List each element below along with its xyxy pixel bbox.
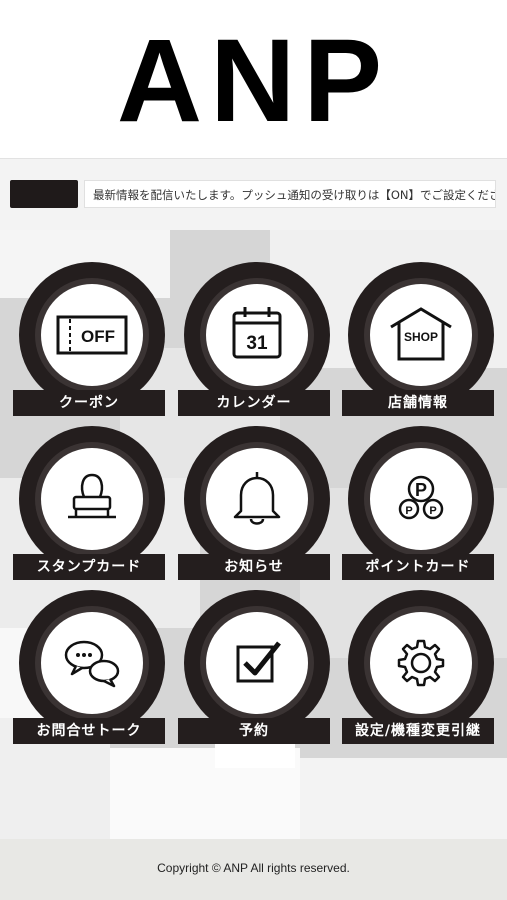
menu-label: スタンプカード (13, 554, 165, 580)
svg-text:31: 31 (246, 333, 268, 354)
menu-icon-ring (184, 426, 330, 572)
menu-item-settings[interactable]: 設定/機種変更引継 (342, 590, 500, 750)
svg-text:P: P (415, 480, 427, 500)
menu-label: ポイントカード (342, 554, 494, 580)
svg-text:SHOP: SHOP (404, 330, 438, 344)
menu-label: 予約 (178, 718, 330, 744)
footer: Copyright © ANP All rights reserved. (0, 839, 507, 900)
menu-label: お知らせ (178, 554, 330, 580)
menu-icon-ring: 31 (184, 262, 330, 408)
menu-icon-ring (19, 590, 165, 736)
menu-item-point-card[interactable]: P P P ポイントカード (342, 426, 500, 586)
ticker-message: 最新情報を配信いたします。プッシュ通知の受け取りは【ON】でご設定ください。 (93, 188, 496, 202)
menu-icon-ring (184, 590, 330, 736)
point-coins-icon: P P P (398, 475, 444, 520)
ticker-badge (10, 180, 78, 208)
news-ticker[interactable]: 最新情報を配信いたします。プッシュ通知の受け取りは【ON】でご設定ください。 (0, 158, 507, 230)
menu-item-news[interactable]: お知らせ (178, 426, 336, 586)
menu-icon-ring (19, 426, 165, 572)
menu-item-coupon[interactable]: OFF クーポン (13, 262, 171, 422)
menu-label: カレンダー (178, 390, 330, 416)
checkbox-icon (236, 641, 281, 683)
menu-icon-ring (348, 590, 494, 736)
coupon-off-icon: OFF (56, 315, 128, 355)
menu-label: お問合せトーク (13, 718, 165, 744)
stamp-icon (68, 473, 116, 519)
bell-icon (233, 472, 281, 525)
menu-label: 設定/機種変更引継 (342, 718, 494, 744)
menu-icon-ring: SHOP (348, 262, 494, 408)
bg-tile (300, 758, 507, 839)
ticker-message-box[interactable]: 最新情報を配信いたします。プッシュ通知の受け取りは【ON】でご設定ください。 (84, 180, 496, 208)
menu-item-stamp-card[interactable]: スタンプカード (13, 426, 171, 586)
copyright-text: Copyright © ANP All rights reserved. (157, 861, 350, 875)
menu-icon-ring: OFF (19, 262, 165, 408)
menu-label: クーポン (13, 390, 165, 416)
menu-label: 店舗情報 (342, 390, 494, 416)
chat-bubbles-icon (64, 640, 120, 688)
menu-item-calendar[interactable]: 31 カレンダー (178, 262, 336, 422)
header: ANP (0, 0, 507, 158)
menu-item-reservation[interactable]: 予約 (178, 590, 336, 750)
calendar-icon: 31 (232, 307, 282, 359)
shop-icon: SHOP (390, 307, 452, 361)
menu-item-shop-info[interactable]: SHOP 店舗情報 (342, 262, 500, 422)
menu-icon-ring: P P P (348, 426, 494, 572)
svg-text:OFF: OFF (81, 327, 115, 346)
svg-text:P: P (405, 505, 412, 517)
app-logo: ANP (116, 15, 391, 147)
gear-icon (397, 639, 445, 687)
svg-text:P: P (429, 505, 436, 517)
menu-item-inquiry-talk[interactable]: お問合せトーク (13, 590, 171, 750)
